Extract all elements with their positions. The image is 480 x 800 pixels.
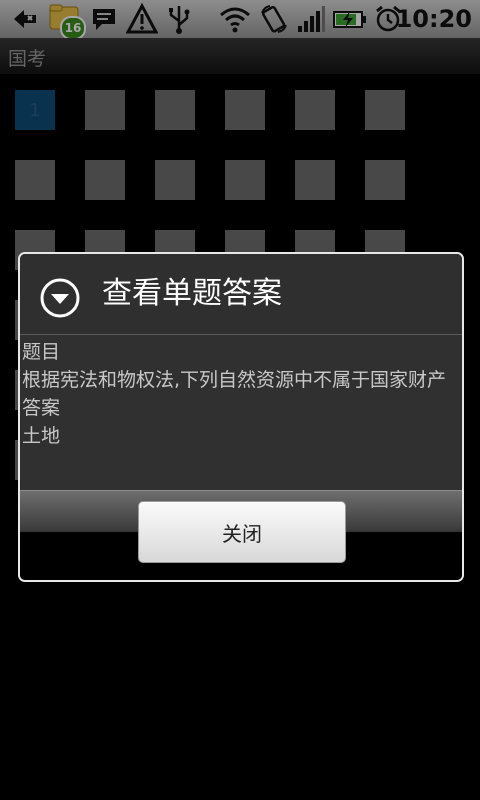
answer-text: 土地 bbox=[22, 425, 61, 447]
chevron-down-circle-icon bbox=[40, 278, 80, 318]
dialog-footer: 关闭 bbox=[20, 490, 462, 580]
answer-label: 答案 bbox=[22, 397, 61, 419]
dialog-body: 题目 根据宪法和物权法,下列自然资源中不属于国家财产 答案 土地 bbox=[20, 338, 462, 488]
question-text: 根据宪法和物权法,下列自然资源中不属于国家财产 bbox=[22, 369, 447, 391]
close-button[interactable]: 关闭 bbox=[138, 501, 346, 563]
dialog-title: 查看单题答案 bbox=[102, 276, 282, 311]
answer-dialog: 查看单题答案 题目 根据宪法和物权法,下列自然资源中不属于国家财产 答案 土地 … bbox=[18, 252, 464, 582]
dialog-header: 查看单题答案 bbox=[20, 254, 462, 335]
question-label: 题目 bbox=[22, 341, 61, 363]
